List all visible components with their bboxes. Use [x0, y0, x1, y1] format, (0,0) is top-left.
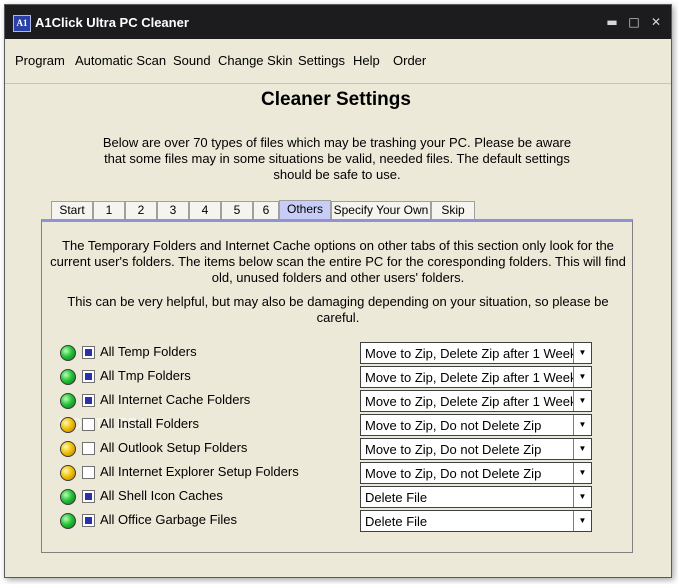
menu-program[interactable]: Program [15, 53, 65, 68]
minimize-icon[interactable]: ▬ [605, 15, 619, 29]
menu-settings[interactable]: Settings [298, 53, 345, 68]
install-folders-label: All Install Folders [100, 416, 199, 431]
menu-help[interactable]: Help [353, 53, 380, 68]
status-green-icon [60, 513, 76, 529]
window-title: A1Click Ultra PC Cleaner [35, 15, 189, 30]
ie-setup-action-value: Move to Zip, Do not Delete Zip [365, 466, 542, 481]
install-folders-checkbox[interactable] [82, 418, 95, 431]
option-row-outlook-setup: All Outlook Setup Folders Move to Zip, D… [58, 438, 623, 460]
tab-6[interactable]: 6 [253, 201, 279, 219]
tab-3[interactable]: 3 [157, 201, 189, 219]
shell-icon-caches-action-select[interactable]: Delete File ▼ [360, 486, 592, 508]
main-content: Cleaner Settings Below are over 70 types… [11, 85, 661, 571]
option-row-ie-setup: All Internet Explorer Setup Folders Move… [58, 462, 623, 484]
tab-skip[interactable]: Skip [431, 201, 475, 219]
shell-icon-caches-label: All Shell Icon Caches [100, 488, 223, 503]
office-garbage-action-value: Delete File [365, 514, 428, 529]
option-row-internet-cache: All Internet Cache Folders Move to Zip, … [58, 390, 623, 412]
office-garbage-label: All Office Garbage Files [100, 512, 238, 527]
install-folders-action-value: Move to Zip, Do not Delete Zip [365, 418, 542, 433]
tmp-folders-label: All Tmp Folders [100, 368, 191, 383]
office-garbage-action-select[interactable]: Delete File ▼ [360, 510, 592, 532]
option-row-install-folders: All Install Folders Move to Zip, Do not … [58, 414, 623, 436]
status-yellow-icon [60, 417, 76, 433]
warning-text: This can be very helpful, but may also b… [67, 294, 609, 325]
maximize-icon[interactable]: □ [627, 15, 641, 29]
tab-start[interactable]: Start [51, 201, 93, 219]
dropdown-arrow-icon[interactable]: ▼ [573, 463, 591, 483]
ie-setup-checkbox[interactable] [82, 466, 95, 479]
internet-cache-label: All Internet Cache Folders [100, 392, 251, 407]
internet-cache-action-select[interactable]: Move to Zip, Delete Zip after 1 Week ▼ [360, 390, 592, 412]
option-row-shell-icon-caches: All Shell Icon Caches Delete File ▼ [58, 486, 623, 508]
office-garbage-checkbox[interactable] [82, 514, 95, 527]
dropdown-arrow-icon[interactable]: ▼ [573, 487, 591, 507]
temp-folders-label: All Temp Folders [100, 344, 197, 359]
install-folders-action-select[interactable]: Move to Zip, Do not Delete Zip ▼ [360, 414, 592, 436]
outlook-setup-checkbox[interactable] [82, 442, 95, 455]
dropdown-arrow-icon[interactable]: ▼ [573, 343, 591, 363]
option-row-tmp-folders: All Tmp Folders Move to Zip, Delete Zip … [58, 366, 623, 388]
ie-setup-action-select[interactable]: Move to Zip, Do not Delete Zip ▼ [360, 462, 592, 484]
outlook-setup-action-select[interactable]: Move to Zip, Do not Delete Zip ▼ [360, 438, 592, 460]
dropdown-arrow-icon[interactable]: ▼ [573, 367, 591, 387]
status-green-icon [60, 369, 76, 385]
tmp-folders-action-select[interactable]: Move to Zip, Delete Zip after 1 Week ▼ [360, 366, 592, 388]
tab-5[interactable]: 5 [221, 201, 253, 219]
outlook-setup-action-value: Move to Zip, Do not Delete Zip [365, 442, 542, 457]
tab-specify-your-own[interactable]: Specify Your Own [331, 201, 431, 219]
status-green-icon [60, 345, 76, 361]
scope-description: The Temporary Folders and Internet Cache… [50, 238, 626, 285]
app-logo-icon: A1 [13, 15, 31, 32]
dropdown-arrow-icon[interactable]: ▼ [573, 439, 591, 459]
status-yellow-icon [60, 465, 76, 481]
tmp-folders-checkbox[interactable] [82, 370, 95, 383]
menu-sound[interactable]: Sound [173, 53, 211, 68]
outlook-setup-label: All Outlook Setup Folders [100, 440, 248, 455]
menu-bar: Program Automatic Scan Sound Change Skin… [5, 39, 671, 84]
shell-icon-caches-action-value: Delete File [365, 490, 428, 505]
shell-icon-caches-checkbox[interactable] [82, 490, 95, 503]
tab-1[interactable]: 1 [93, 201, 125, 219]
intro-text: Below are over 70 types of files which m… [102, 135, 572, 182]
dropdown-arrow-icon[interactable]: ▼ [573, 511, 591, 531]
internet-cache-checkbox[interactable] [82, 394, 95, 407]
status-green-icon [60, 393, 76, 409]
menu-automatic-scan[interactable]: Automatic Scan [75, 53, 166, 68]
temp-folders-checkbox[interactable] [82, 346, 95, 359]
option-row-temp-folders: All Temp Folders Move to Zip, Delete Zip… [58, 342, 623, 364]
status-green-icon [60, 489, 76, 505]
temp-folders-action-select[interactable]: Move to Zip, Delete Zip after 1 Week ▼ [360, 342, 592, 364]
others-panel: The Temporary Folders and Internet Cache… [41, 219, 633, 553]
internet-cache-action-value: Move to Zip, Delete Zip after 1 Week [365, 394, 573, 409]
tab-others[interactable]: Others [279, 200, 331, 220]
tab-2[interactable]: 2 [125, 201, 157, 219]
page-title: Cleaner Settings [261, 89, 411, 110]
app-window: A1 A1Click Ultra PC Cleaner ▬ □ ✕ Progra… [4, 4, 672, 578]
dropdown-arrow-icon[interactable]: ▼ [573, 415, 591, 435]
status-yellow-icon [60, 441, 76, 457]
dropdown-arrow-icon[interactable]: ▼ [573, 391, 591, 411]
ie-setup-label: All Internet Explorer Setup Folders [100, 464, 299, 479]
temp-folders-action-value: Move to Zip, Delete Zip after 1 Week [365, 346, 573, 361]
tmp-folders-action-value: Move to Zip, Delete Zip after 1 Week [365, 370, 573, 385]
menu-order[interactable]: Order [393, 53, 426, 68]
tab-4[interactable]: 4 [189, 201, 221, 219]
menu-change-skin[interactable]: Change Skin [218, 53, 292, 68]
option-row-office-garbage: All Office Garbage Files Delete File ▼ [58, 510, 623, 532]
title-bar[interactable]: A1 A1Click Ultra PC Cleaner ▬ □ ✕ [5, 5, 671, 39]
close-icon[interactable]: ✕ [649, 15, 663, 29]
